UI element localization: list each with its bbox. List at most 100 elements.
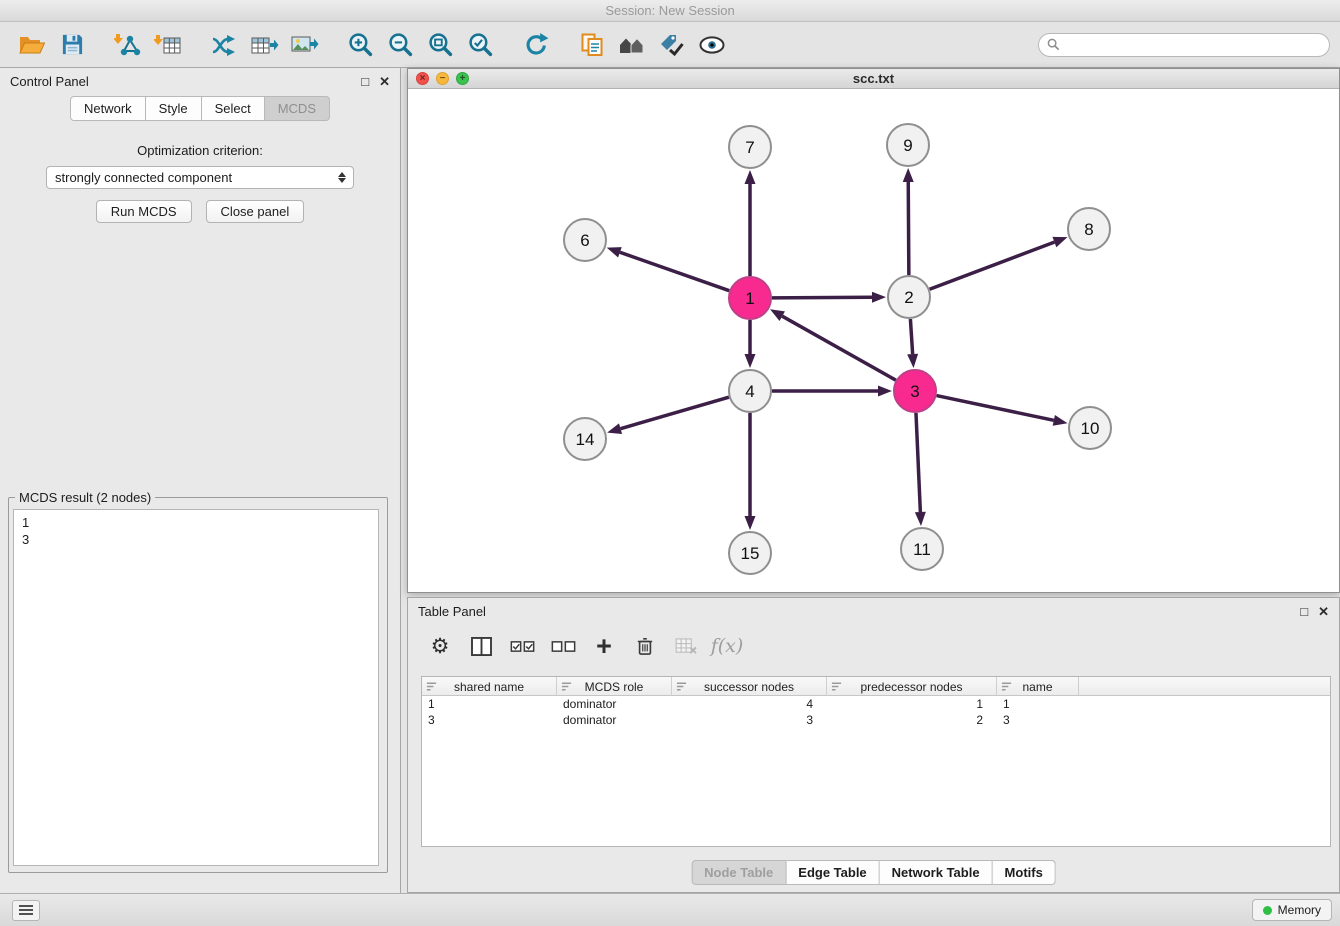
mcds-result-line: 1 <box>14 510 378 531</box>
graph-edge-3-1[interactable] <box>782 316 896 380</box>
delete-table-button[interactable] <box>672 631 700 661</box>
export-table-button[interactable] <box>244 27 284 63</box>
overview-button[interactable] <box>612 27 652 63</box>
graph-node-label: 14 <box>576 430 595 449</box>
export-image-icon <box>290 33 319 57</box>
graph-edge-2-3[interactable] <box>910 319 912 354</box>
show-hide-details-button[interactable] <box>692 27 732 63</box>
graph-edge-arrow-icon <box>607 423 622 434</box>
duplicate-view-button[interactable] <box>572 27 612 63</box>
maximize-window-icon[interactable]: + <box>456 72 469 85</box>
column-header-MCDS-role[interactable]: MCDS role <box>557 677 672 696</box>
mcds-result-area[interactable]: 13 <box>13 509 379 866</box>
close-panel-button[interactable]: Close panel <box>206 200 305 223</box>
column-header-successor-nodes[interactable]: successor nodes <box>672 677 827 696</box>
export-table-icon <box>250 33 279 57</box>
panel-list-button[interactable] <box>12 900 40 921</box>
tab-motifs[interactable]: Motifs <box>993 860 1056 885</box>
deselect-all-button[interactable] <box>549 631 577 661</box>
mcds-action-buttons: Run MCDS Close panel <box>0 200 400 223</box>
zoom-out-button[interactable] <box>380 27 420 63</box>
application-window: Session: New Session <box>0 0 1340 926</box>
graph-node-label: 7 <box>745 138 754 157</box>
table-row[interactable]: 1dominator411 <box>422 696 1330 712</box>
refresh-icon <box>524 32 549 57</box>
graph-edge-3-11[interactable] <box>916 413 920 512</box>
memory-button[interactable]: Memory <box>1252 899 1332 921</box>
table-cell[interactable]: 1 <box>997 696 1079 712</box>
close-window-icon[interactable]: × <box>416 72 429 85</box>
column-header-shared-name[interactable]: shared name <box>422 677 557 696</box>
delete-row-button[interactable] <box>631 631 659 661</box>
run-mcds-button[interactable]: Run MCDS <box>96 200 192 223</box>
control-panel-header: Control Panel □ ✕ <box>0 68 400 94</box>
table-cell[interactable]: 1 <box>827 696 997 712</box>
graph-edge-1-2[interactable] <box>772 297 872 298</box>
close-panel-icon[interactable]: ✕ <box>1318 605 1329 618</box>
search-icon <box>1047 38 1060 51</box>
import-table-icon <box>154 33 182 57</box>
refresh-button[interactable] <box>516 27 556 63</box>
tab-node-table[interactable]: Node Table <box>691 860 786 885</box>
import-table-button[interactable] <box>148 27 188 63</box>
import-network-button[interactable] <box>108 27 148 63</box>
search-box[interactable] <box>1038 33 1330 57</box>
add-row-button[interactable]: + <box>590 631 618 661</box>
optimization-dropdown[interactable]: strongly connected component <box>46 166 354 189</box>
minimize-window-icon[interactable]: − <box>436 72 449 85</box>
open-session-button[interactable] <box>12 27 52 63</box>
float-panel-icon[interactable]: □ <box>1300 605 1308 618</box>
network-canvas[interactable]: 7968124310141511 <box>408 89 1339 592</box>
column-header-predecessor-nodes[interactable]: predecessor nodes <box>827 677 997 696</box>
export-network-button[interactable] <box>204 27 244 63</box>
window-title: Session: New Session <box>605 3 734 18</box>
column-header-label: shared name <box>454 680 524 694</box>
tab-network[interactable]: Network <box>70 96 146 121</box>
float-panel-icon[interactable]: □ <box>361 75 369 88</box>
tab-network-table[interactable]: Network Table <box>880 860 993 885</box>
table-cell[interactable]: dominator <box>557 712 672 728</box>
tab-edge-table[interactable]: Edge Table <box>786 860 879 885</box>
toggle-columns-button[interactable] <box>467 631 495 661</box>
table-row[interactable]: 3dominator323 <box>422 712 1330 728</box>
graph-edge-3-10[interactable] <box>937 396 1054 421</box>
function-icon: f(x) <box>711 635 744 657</box>
save-session-button[interactable] <box>52 27 92 63</box>
graph-edge-arrow-icon <box>745 516 756 530</box>
column-header-filler <box>1079 677 1330 696</box>
column-header-label: name <box>1022 680 1052 694</box>
table-cell[interactable]: dominator <box>557 696 672 712</box>
graph-node-label: 8 <box>1084 220 1093 239</box>
table-cell[interactable]: 4 <box>672 696 827 712</box>
zoom-selected-button[interactable] <box>460 27 500 63</box>
graph-edge-1-6[interactable] <box>620 252 729 290</box>
graph-node-label: 4 <box>745 382 754 401</box>
zoom-in-button[interactable] <box>340 27 380 63</box>
network-window-titlebar[interactable]: × − + scc.txt <box>408 69 1339 89</box>
close-panel-icon[interactable]: ✕ <box>379 75 390 88</box>
table-cell[interactable]: 2 <box>827 712 997 728</box>
graph-edge-4-14[interactable] <box>621 397 729 429</box>
table-tabs: Node Table Edge Table Network Table Moti… <box>691 860 1056 885</box>
function-builder-button[interactable]: f(x) <box>713 631 741 661</box>
column-header-name[interactable]: name <box>997 677 1079 696</box>
tab-style[interactable]: Style <box>146 96 202 121</box>
search-input[interactable] <box>1065 35 1329 55</box>
export-image-button[interactable] <box>284 27 324 63</box>
column-sort-icon <box>1001 681 1012 692</box>
graph-edge-arrow-icon <box>903 168 914 182</box>
table-cell[interactable]: 1 <box>422 696 557 712</box>
tab-mcds[interactable]: MCDS <box>265 96 330 121</box>
table-cell[interactable]: 3 <box>997 712 1079 728</box>
graph-edge-2-8[interactable] <box>930 242 1055 289</box>
graph-edge-2-9[interactable] <box>908 182 909 275</box>
zoom-fit-button[interactable] <box>420 27 460 63</box>
table-cell[interactable]: 3 <box>422 712 557 728</box>
tab-select[interactable]: Select <box>202 96 265 121</box>
column-settings-button[interactable]: ⚙ <box>426 631 454 661</box>
mcds-result-line: 3 <box>14 531 378 548</box>
select-all-button[interactable] <box>508 631 536 661</box>
annotation-button[interactable] <box>652 27 692 63</box>
table-cell[interactable]: 3 <box>672 712 827 728</box>
table-toolbar: ⚙ + <box>408 626 1339 666</box>
